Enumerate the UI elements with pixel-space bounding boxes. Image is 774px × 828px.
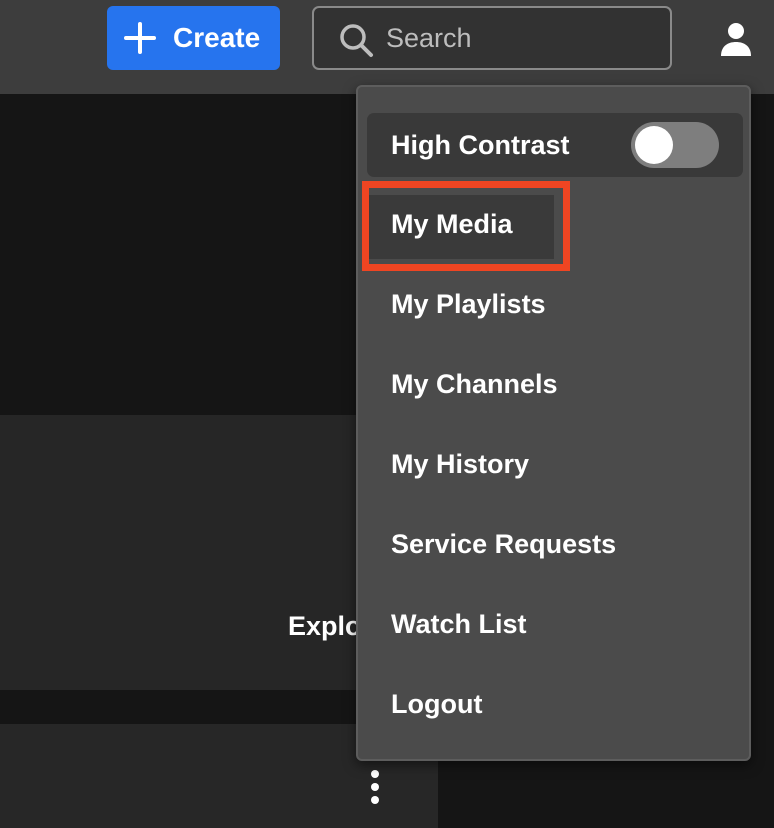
dot [371,783,379,791]
plus-icon [124,22,156,54]
highlight-box [362,181,570,271]
high-contrast-row[interactable]: High Contrast [367,113,743,177]
top-header: Create [0,0,774,94]
page: Create Explo High Contrast [0,0,774,828]
menu-item-service-requests[interactable]: Service Requests [391,524,616,564]
menu-item-watch-list[interactable]: Watch List [391,604,527,644]
menu-item-my-playlists[interactable]: My Playlists [391,284,546,324]
menu-item-logout[interactable]: Logout [391,684,482,724]
create-button[interactable]: Create [107,6,280,70]
content-card[interactable] [0,415,360,690]
toggle-knob [635,126,673,164]
more-vertical-icon[interactable] [366,770,384,806]
menu-item-my-history[interactable]: My History [391,444,529,484]
dot [371,796,379,804]
high-contrast-toggle[interactable] [631,122,719,168]
search-input[interactable] [386,8,656,68]
search-icon [340,24,373,57]
high-contrast-label: High Contrast [391,130,570,160]
card-title[interactable]: Explo [288,611,362,642]
user-icon[interactable] [718,20,754,58]
create-button-label: Create [173,22,261,53]
search-box[interactable] [312,6,672,70]
menu-item-my-channels[interactable]: My Channels [391,364,558,404]
dot [371,770,379,778]
